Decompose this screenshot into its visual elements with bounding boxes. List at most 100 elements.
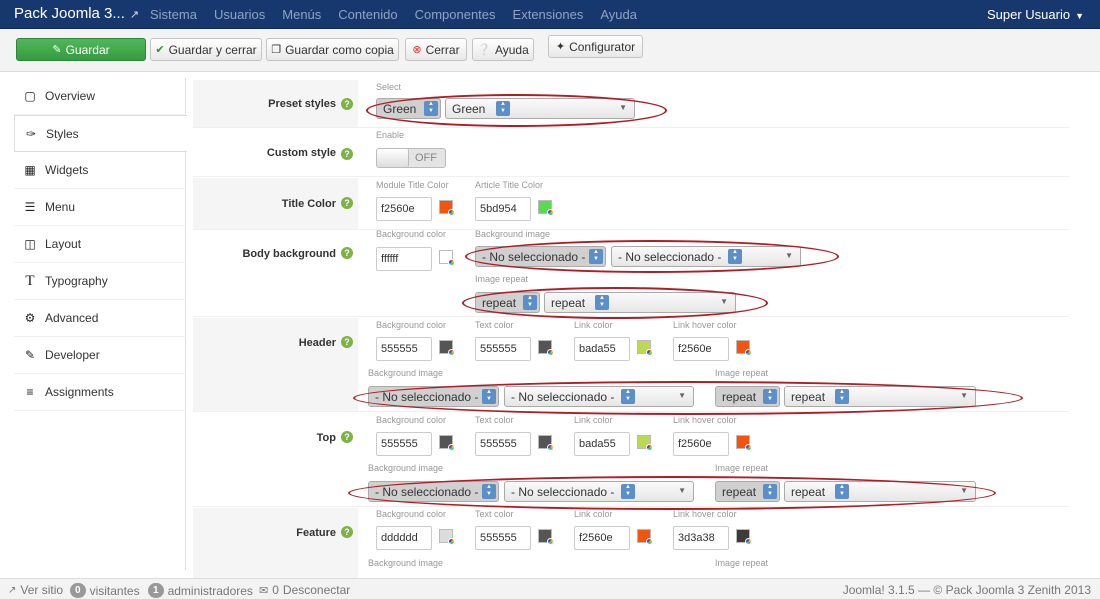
help-label: Ayuda <box>494 42 529 57</box>
preset-styles-label: Preset styles? <box>193 80 358 127</box>
bg-color-caption: Background color <box>376 415 447 425</box>
header-link-hover-color-swatch[interactable] <box>736 340 752 356</box>
top-link-hover-color-input[interactable]: f2560e <box>673 432 729 456</box>
view-site-label: Ver sitio <box>20 583 64 597</box>
feature-text-color-input[interactable]: 555555 <box>475 526 531 550</box>
sidebar-item-developer[interactable]: ✎ Developer <box>14 337 186 374</box>
menu-extensiones[interactable]: Extensiones <box>513 7 584 22</box>
close-button[interactable]: ⊗ Cerrar <box>405 38 467 61</box>
help-icon[interactable]: ? <box>341 526 353 538</box>
sidebar-item-overview[interactable]: ▢ Overview <box>14 78 186 115</box>
menu-ayuda[interactable]: Ayuda <box>600 7 637 22</box>
text-icon: T <box>25 272 35 289</box>
header-text-color-input[interactable]: 555555 <box>475 337 531 361</box>
custom-style-row: Custom style? Enable OFF <box>193 129 1069 177</box>
logout-link[interactable]: ✉ 0 Desconectar <box>259 583 350 597</box>
header-bg-color-input[interactable]: 555555 <box>376 337 432 361</box>
top-bg-color-swatch[interactable] <box>439 435 455 451</box>
bg-image-caption: Background image <box>368 463 444 473</box>
title-color-label: Title Color? <box>193 178 358 229</box>
header-bg-color-swatch[interactable] <box>439 340 455 356</box>
feature-bg-color-input[interactable]: dddddd <box>376 526 432 550</box>
link-hover-color-caption: Link hover color <box>673 320 737 330</box>
main-menu: Sistema Usuarios Menús Contenido Compone… <box>150 7 654 22</box>
feature-bg-color-swatch[interactable] <box>439 529 455 545</box>
top-link-hover-color-swatch[interactable] <box>736 435 752 451</box>
save-close-button[interactable]: ✔ Guardar y cerrar <box>150 38 262 61</box>
menu-usuarios[interactable]: Usuarios <box>214 7 265 22</box>
header-text-color-swatch[interactable] <box>538 340 554 356</box>
feature-link-color-swatch[interactable] <box>637 529 653 545</box>
feature-text-color-swatch[interactable] <box>538 529 554 545</box>
image-repeat-caption: Image repeat <box>715 368 769 378</box>
link-color-caption: Link color <box>574 415 613 425</box>
sidebar-item-styles[interactable]: ✑ Styles <box>14 115 187 152</box>
sidebar-item-advanced[interactable]: ⚙ Advanced <box>14 300 186 337</box>
header-link-color-swatch[interactable] <box>637 340 653 356</box>
article-title-color-input[interactable]: 5bd954 <box>475 197 531 221</box>
sidebar-item-label: Typography <box>45 274 108 288</box>
top-link-color-input[interactable]: bada55 <box>574 432 630 456</box>
header-link-color-input[interactable]: bada55 <box>574 337 630 361</box>
sidebar-item-menu[interactable]: ☰ Menu <box>14 189 186 226</box>
feature-link-hover-color-swatch[interactable] <box>736 529 752 545</box>
help-icon[interactable]: ? <box>341 431 353 443</box>
article-title-color-swatch[interactable] <box>538 200 554 216</box>
image-repeat-caption: Image repeat <box>715 463 769 473</box>
bg-color-caption: Background color <box>376 509 447 519</box>
top-text-color-swatch[interactable] <box>538 435 554 451</box>
edit-icon: ✎ <box>24 348 36 362</box>
save-button[interactable]: ✎ Guardar <box>16 38 146 61</box>
text-color-caption: Text color <box>475 509 514 519</box>
bg-image-caption: Background image <box>368 558 444 568</box>
grid-icon: ▦ <box>24 163 36 177</box>
top-text-color-input[interactable]: 555555 <box>475 432 531 456</box>
help-icon[interactable]: ? <box>341 247 353 259</box>
top-link-color-swatch[interactable] <box>637 435 653 451</box>
body-bg-color-input[interactable]: ffffff <box>376 247 432 271</box>
feature-link-color-input[interactable]: f2560e <box>574 526 630 550</box>
help-icon[interactable]: ? <box>341 336 353 348</box>
user-menu[interactable]: Super Usuario ▼ <box>987 7 1084 22</box>
menu-sistema[interactable]: Sistema <box>150 7 197 22</box>
title-color-row: Title Color? Module Title Color f2560e A… <box>193 178 1069 230</box>
visitors-badge: 0 <box>70 583 86 598</box>
bg-image-caption: Background image <box>368 368 444 378</box>
logout-count: 0 <box>272 583 279 597</box>
bg-color-caption: Background color <box>376 229 447 239</box>
site-title-link[interactable]: Pack Joomla 3... ↗ <box>14 5 139 22</box>
module-title-color-swatch[interactable] <box>439 200 455 216</box>
help-icon[interactable]: ? <box>341 98 353 110</box>
admins-label: administradores <box>167 583 253 598</box>
header-label: Header? <box>193 318 358 411</box>
admins-badge: 1 <box>148 583 164 598</box>
gear-icon: ⚙ <box>24 311 36 325</box>
custom-style-label: Custom style? <box>193 129 358 176</box>
top-bg-color-input[interactable]: 555555 <box>376 432 432 456</box>
sidebar-item-assignments[interactable]: ≡ Assignments <box>14 374 186 411</box>
feature-link-hover-color-input[interactable]: 3d3a38 <box>673 526 729 550</box>
module-title-color-input[interactable]: f2560e <box>376 197 432 221</box>
admins-status: 1 administradores <box>148 583 253 598</box>
custom-style-toggle[interactable]: OFF <box>376 148 446 168</box>
check-icon: ✔ <box>155 44 165 56</box>
header-link-hover-color-input[interactable]: f2560e <box>673 337 729 361</box>
configurator-label: Configurator <box>569 39 636 54</box>
menu-componentes[interactable]: Componentes <box>415 7 496 22</box>
sidebar-item-typography[interactable]: T Typography <box>14 263 186 300</box>
toggle-knob <box>377 149 409 167</box>
help-icon[interactable]: ? <box>341 148 353 160</box>
sidebar-item-widgets[interactable]: ▦ Widgets <box>14 152 186 189</box>
menu-menus[interactable]: Menús <box>282 7 321 22</box>
configurator-button[interactable]: ✦ Configurator <box>548 35 643 58</box>
menu-contenido[interactable]: Contenido <box>338 7 397 22</box>
external-link-icon: ↗ <box>129 9 140 21</box>
sidebar-item-layout[interactable]: ◫ Layout <box>14 226 186 263</box>
view-site-link[interactable]: ↗ Ver sitio <box>8 583 63 597</box>
logout-label: Desconectar <box>282 583 351 597</box>
help-button[interactable]: ❔ Ayuda <box>472 38 534 61</box>
help-icon[interactable]: ? <box>341 197 353 209</box>
text-color-caption: Text color <box>475 320 514 330</box>
save-copy-button[interactable]: ❐ Guardar como copia <box>266 38 399 61</box>
body-bg-color-swatch[interactable] <box>439 250 455 266</box>
